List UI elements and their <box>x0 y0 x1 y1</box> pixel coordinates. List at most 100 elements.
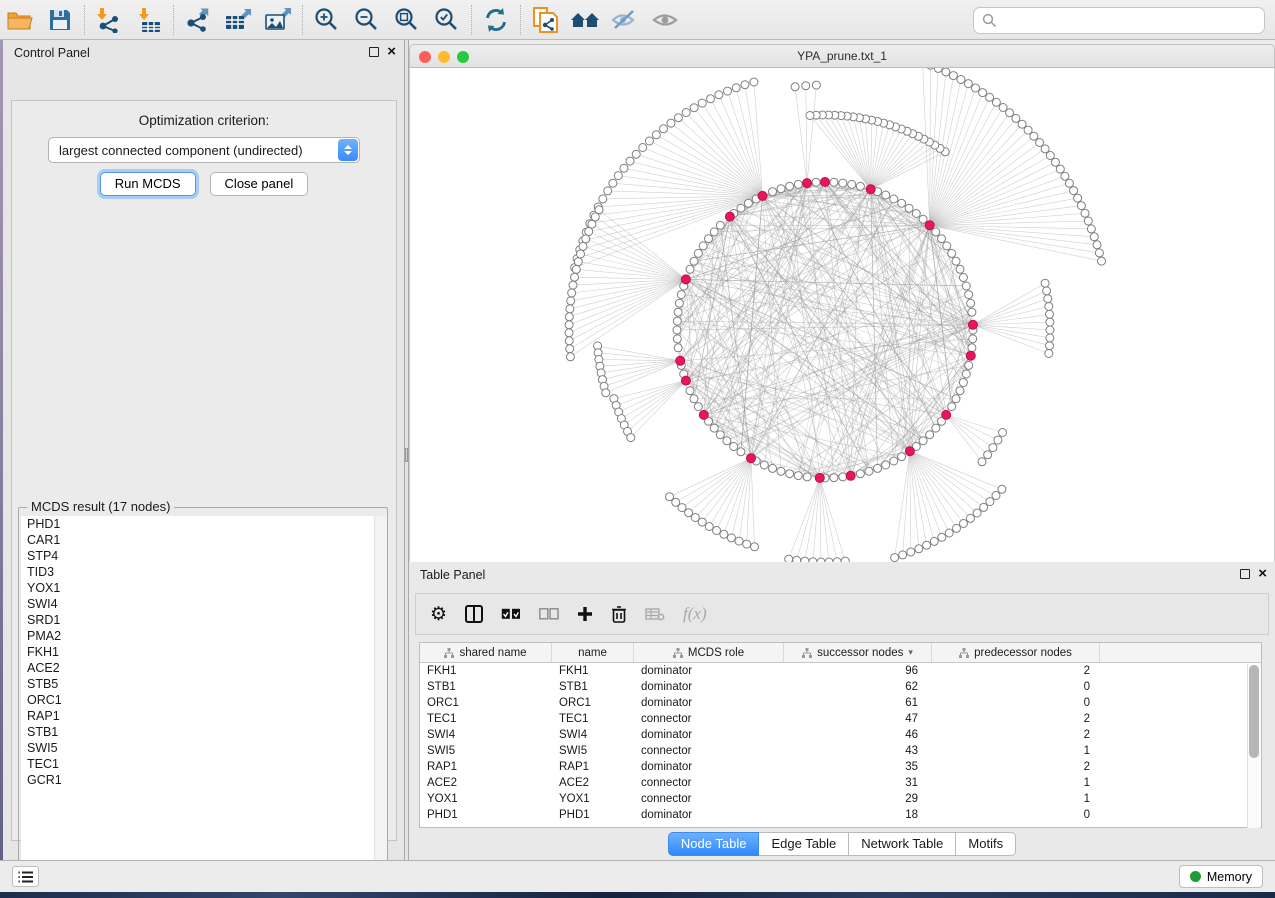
select-all-button[interactable] <box>501 608 521 620</box>
mcds-result-item[interactable]: STB5 <box>21 676 387 692</box>
table-cell[interactable]: TEC1 <box>552 713 634 725</box>
window-close-icon[interactable] <box>419 51 431 63</box>
table-cell[interactable]: dominator <box>634 761 784 773</box>
scrollbar-thumb[interactable] <box>1249 665 1259 758</box>
table-scrollbar[interactable] <box>1247 664 1260 828</box>
table-cell[interactable]: 0 <box>932 697 1100 709</box>
table-cell[interactable]: ORC1 <box>552 697 634 709</box>
network-canvas[interactable] <box>409 68 1275 562</box>
table-cell[interactable]: dominator <box>634 729 784 741</box>
mcds-result-item[interactable]: FKH1 <box>21 644 387 660</box>
table-row[interactable]: STB1STB1dominator620 <box>420 679 1261 695</box>
table-row[interactable]: ORC1ORC1dominator610 <box>420 695 1261 711</box>
table-cell[interactable]: RAP1 <box>420 761 552 773</box>
table-row[interactable]: SWI5SWI5connector431 <box>420 743 1261 759</box>
show-columns-button[interactable] <box>465 605 483 623</box>
memory-button[interactable]: Memory <box>1179 865 1263 888</box>
table-cell[interactable]: 1 <box>932 745 1100 757</box>
table-row[interactable]: RAP1RAP1dominator352 <box>420 759 1261 775</box>
mcds-hub-node[interactable] <box>815 473 824 482</box>
column-header-predecessor-nodes[interactable]: predecessor nodes <box>932 643 1100 662</box>
table-row[interactable]: ACE2ACE2connector311 <box>420 775 1261 791</box>
table-row[interactable]: FKH1FKH1dominator962 <box>420 663 1261 679</box>
table-cell[interactable]: connector <box>634 745 784 757</box>
tab-motifs[interactable]: Motifs <box>956 832 1016 856</box>
table-cell[interactable]: 47 <box>784 713 932 725</box>
first-neighbors-button[interactable] <box>565 3 605 37</box>
table-cell[interactable]: 0 <box>932 681 1100 693</box>
mcds-hub-node[interactable] <box>803 179 812 188</box>
table-cell[interactable]: ACE2 <box>420 777 552 789</box>
table-cell[interactable]: dominator <box>634 681 784 693</box>
float-panel-button[interactable] <box>369 47 379 57</box>
table-cell[interactable]: dominator <box>634 665 784 677</box>
table-cell[interactable]: STB1 <box>420 681 552 693</box>
save-session-button[interactable] <box>40 3 80 37</box>
table-cell[interactable]: ORC1 <box>420 697 552 709</box>
create-column-button[interactable] <box>577 606 593 622</box>
table-cell[interactable]: RAP1 <box>552 761 634 773</box>
zoom-fit-button[interactable] <box>387 3 427 37</box>
tab-network-table[interactable]: Network Table <box>849 832 956 856</box>
network-graph[interactable] <box>410 68 1275 562</box>
table-cell[interactable]: FKH1 <box>420 665 552 677</box>
table-cell[interactable]: 96 <box>784 665 932 677</box>
table-cell[interactable]: 18 <box>784 809 932 821</box>
function-builder-button[interactable]: f(x) <box>683 604 707 624</box>
close-panel-action-button[interactable]: Close panel <box>210 172 309 196</box>
mcds-hub-node[interactable] <box>676 356 685 365</box>
table-cell[interactable]: connector <box>634 777 784 789</box>
delete-table-button[interactable] <box>645 607 665 621</box>
show-all-button[interactable] <box>645 3 685 37</box>
mcds-hub-node[interactable] <box>699 410 708 419</box>
deselect-all-button[interactable] <box>539 608 559 620</box>
refresh-button[interactable] <box>476 3 516 37</box>
zoom-out-button[interactable] <box>347 3 387 37</box>
mcds-result-item[interactable]: GCR1 <box>21 772 387 788</box>
table-cell[interactable]: 31 <box>784 777 932 789</box>
table-cell[interactable]: YOX1 <box>552 793 634 805</box>
mcds-result-item[interactable]: YOX1 <box>21 580 387 596</box>
export-table-button[interactable] <box>218 3 258 37</box>
table-cell[interactable]: 46 <box>784 729 932 741</box>
mcds-hub-node[interactable] <box>925 221 934 230</box>
table-cell[interactable]: connector <box>634 713 784 725</box>
table-cell[interactable]: connector <box>634 793 784 805</box>
table-cell[interactable]: SWI5 <box>552 745 634 757</box>
table-row[interactable]: PHD1PHD1dominator180 <box>420 807 1261 823</box>
mcds-hub-node[interactable] <box>758 191 767 200</box>
mcds-result-item[interactable]: ACE2 <box>21 660 387 676</box>
close-table-panel-button[interactable]: × <box>1258 569 1267 579</box>
table-cell[interactable]: 1 <box>932 777 1100 789</box>
close-panel-button[interactable]: × <box>387 47 396 57</box>
zoom-selected-button[interactable] <box>427 3 467 37</box>
mcds-result-item[interactable]: TID3 <box>21 564 387 580</box>
table-cell[interactable]: 43 <box>784 745 932 757</box>
export-image-button[interactable] <box>258 3 298 37</box>
duplicate-network-button[interactable] <box>525 3 565 37</box>
mcds-result-item[interactable]: ORC1 <box>21 692 387 708</box>
show-panels-button[interactable] <box>12 866 39 887</box>
mcds-hub-node[interactable] <box>966 351 975 360</box>
network-window-titlebar[interactable]: YPA_prune.txt_1 <box>409 44 1275 68</box>
mcds-result-item[interactable]: RAP1 <box>21 708 387 724</box>
mcds-result-list[interactable]: PHD1CAR1STP4TID3YOX1SWI4SRD1PMA2FKH1ACE2… <box>21 516 387 878</box>
table-cell[interactable]: dominator <box>634 809 784 821</box>
mcds-hub-node[interactable] <box>725 212 734 221</box>
mcds-result-item[interactable]: STP4 <box>21 548 387 564</box>
mcds-hub-node[interactable] <box>942 410 951 419</box>
tab-edge-table[interactable]: Edge Table <box>759 832 849 856</box>
criterion-select[interactable]: largest connected component (undirected) <box>48 137 360 163</box>
table-cell[interactable]: 0 <box>932 809 1100 821</box>
table-settings-button[interactable]: ⚙ <box>430 603 447 626</box>
tab-node-table[interactable]: Node Table <box>668 832 760 856</box>
table-cell[interactable]: TEC1 <box>420 713 552 725</box>
column-header-shared-name[interactable]: shared name <box>420 643 552 662</box>
table-cell[interactable]: FKH1 <box>552 665 634 677</box>
delete-column-button[interactable] <box>611 605 627 623</box>
float-table-panel-button[interactable] <box>1240 569 1250 579</box>
zoom-in-button[interactable] <box>307 3 347 37</box>
table-cell[interactable]: SWI4 <box>552 729 634 741</box>
mcds-result-item[interactable]: SRD1 <box>21 612 387 628</box>
mcds-result-item[interactable]: PHD1 <box>21 516 387 532</box>
